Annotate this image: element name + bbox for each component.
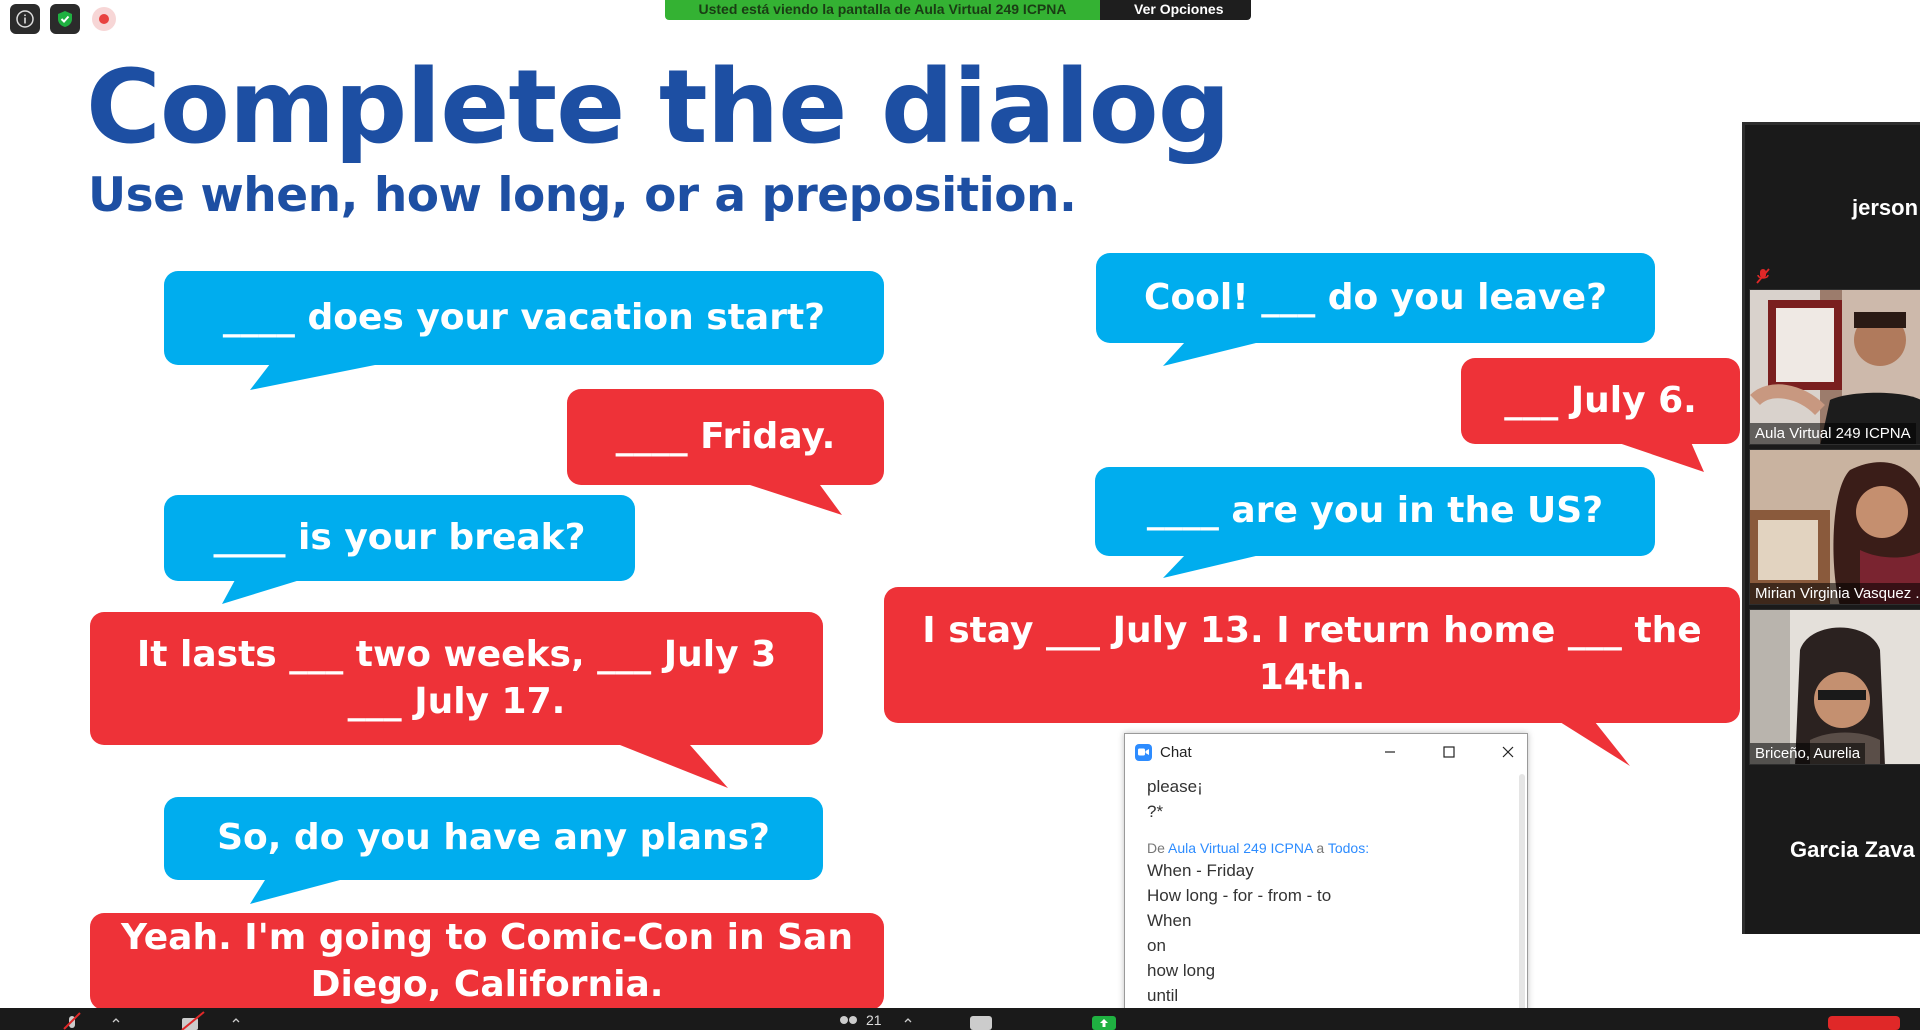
participants-button[interactable]: 21 bbox=[836, 1010, 914, 1030]
view-options-button[interactable]: Ver Opciones ⌄ bbox=[1100, 0, 1251, 20]
chat-recipient-link[interactable]: Todos: bbox=[1328, 840, 1369, 856]
meeting-info-icon[interactable] bbox=[10, 4, 40, 34]
video-tile[interactable]: Mirian Virginia Vasquez ... bbox=[1749, 449, 1920, 605]
chat-sender-link[interactable]: Aula Virtual 249 ICPNA bbox=[1168, 840, 1313, 856]
meeting-toolbar: 21 bbox=[0, 1008, 1920, 1030]
dialog-bubble-plans: So, do you have any plans? bbox=[164, 797, 823, 880]
recording-icon bbox=[92, 7, 116, 31]
chat-line: please¡ bbox=[1147, 777, 1203, 796]
chat-line: ?* bbox=[1147, 802, 1164, 821]
chat-line: When bbox=[1147, 911, 1192, 930]
video-tile[interactable]: Briceño, Aurelia bbox=[1749, 609, 1920, 765]
dialog-bubble-comic-con: Yeah. I'm going to Comic-Con in San Dieg… bbox=[90, 913, 884, 1010]
security-shield-icon[interactable] bbox=[50, 4, 80, 34]
end-meeting-button[interactable] bbox=[1828, 1010, 1900, 1030]
chat-line: how long bbox=[1147, 961, 1216, 980]
share-screen-button[interactable] bbox=[1090, 1010, 1118, 1030]
share-banner-text: Usted está viendo la pantalla de Aula Vi… bbox=[665, 0, 1100, 20]
chevron-up-icon[interactable] bbox=[902, 1014, 914, 1026]
dialog-bubble-july-6: ___ July 6. bbox=[1461, 358, 1740, 444]
chat-titlebar[interactable]: Chat bbox=[1125, 734, 1527, 770]
maximize-icon[interactable] bbox=[1436, 739, 1462, 765]
video-tile[interactable]: Aula Virtual 249 ICPNA bbox=[1749, 289, 1920, 445]
video-off-icon bbox=[181, 1011, 205, 1030]
chat-button[interactable] bbox=[968, 1010, 994, 1030]
participant-name-garcia: Garcia Zava bbox=[1790, 837, 1915, 862]
participants-icon bbox=[840, 1016, 857, 1024]
participant-name-jerson: jerson bbox=[1852, 195, 1919, 220]
dialog-bubble-leave: Cool! ___ do you leave? bbox=[1096, 253, 1655, 343]
stop-video-button[interactable] bbox=[178, 1010, 242, 1030]
participants-count: 21 bbox=[866, 1012, 882, 1028]
mic-muted-icon bbox=[63, 1012, 81, 1030]
share-screen-icon bbox=[1092, 1016, 1116, 1030]
dialog-bubble-vacation-start: ____ does your vacation start? bbox=[164, 271, 884, 365]
dialog-bubble-lasts: It lasts ___ two weeks, ___ July 3 ___ J… bbox=[90, 612, 823, 745]
chat-scrollbar[interactable] bbox=[1519, 774, 1525, 1029]
dialog-bubble-stay: I stay ___ July 13. I return home ___ th… bbox=[884, 587, 1740, 723]
chevron-up-icon[interactable] bbox=[110, 1014, 122, 1026]
mute-button[interactable] bbox=[60, 1010, 122, 1030]
camera-feed-image bbox=[1750, 610, 1920, 764]
camera-feed-image bbox=[1750, 290, 1920, 444]
screen-share-banner: Usted está viendo la pantalla de Aula Vi… bbox=[665, 0, 1251, 20]
dialog-bubble-in-the-us: ____ are you in the US? bbox=[1095, 467, 1655, 556]
participant-label: Aula Virtual 249 ICPNA bbox=[1750, 423, 1916, 444]
dialog-bubble-friday: ____ Friday. bbox=[567, 389, 884, 485]
camera-feed-image bbox=[1750, 450, 1920, 604]
close-icon[interactable] bbox=[1495, 739, 1521, 765]
participant-label: Mirian Virginia Vasquez ... bbox=[1750, 583, 1920, 604]
participants-gallery: jerson Aula Virtual 249 ICPNA Mirian Vir… bbox=[1742, 122, 1920, 934]
chat-title: Chat bbox=[1160, 743, 1192, 761]
zoom-logo-icon bbox=[1135, 743, 1152, 761]
chat-messages: please¡ ?* De Aula Virtual 249 ICPNA a T… bbox=[1147, 774, 1509, 1008]
chat-window[interactable]: Chat please¡ ?* De Aula Virtual 249 ICPN… bbox=[1124, 733, 1528, 1030]
dialog-bubble-break: ____ is your break? bbox=[164, 495, 635, 581]
chat-line: on bbox=[1147, 936, 1166, 955]
chat-line: until bbox=[1147, 986, 1179, 1005]
chat-line: How long - for - from - to bbox=[1147, 886, 1332, 905]
minimize-icon[interactable] bbox=[1377, 739, 1403, 765]
muted-mic-icon bbox=[1755, 267, 1771, 285]
end-button-shape bbox=[1828, 1016, 1900, 1030]
chat-message-header: De Aula Virtual 249 ICPNA a Todos: bbox=[1147, 840, 1370, 856]
chevron-up-icon[interactable] bbox=[230, 1014, 242, 1026]
slide-subtitle: Use when, how long, or a preposition. bbox=[88, 168, 1077, 223]
participant-label: Briceño, Aurelia bbox=[1750, 743, 1866, 764]
slide-title: Complete the dialog bbox=[86, 48, 1231, 167]
chat-line: When - Friday bbox=[1147, 861, 1254, 880]
chat-icon bbox=[970, 1016, 992, 1030]
